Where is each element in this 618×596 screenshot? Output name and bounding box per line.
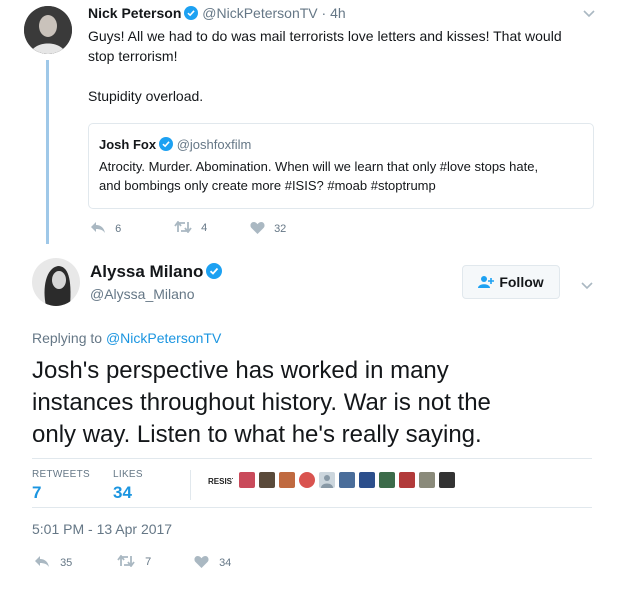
replying-to-handle[interactable]: @NickPetersonTV [106, 330, 221, 346]
tweet-time[interactable]: · 4h [322, 5, 346, 21]
like-button[interactable]: 34 [194, 555, 231, 569]
reply-button[interactable]: 35 [34, 555, 72, 569]
follow-button[interactable]: Follow [462, 265, 560, 299]
retweet-count: 4 [201, 222, 208, 234]
thread-line [46, 60, 49, 244]
liker-avatar[interactable] [319, 472, 335, 488]
retweet-icon [117, 554, 135, 568]
liker-avatar[interactable] [299, 472, 315, 488]
replying-to: Replying to @NickPetersonTV [32, 330, 222, 346]
like-count: 32 [274, 223, 287, 235]
svg-text:RESIST: RESIST [208, 477, 233, 486]
stats-divider [190, 470, 191, 500]
retweet-button[interactable]: 7 [117, 554, 152, 568]
liker-avatar[interactable] [399, 472, 415, 488]
quote-author-handle: @joshfoxfilm [176, 137, 252, 152]
parent-reply-button[interactable]: 6 [90, 221, 121, 235]
heart-icon [250, 222, 265, 234]
liker-avatar[interactable] [419, 472, 435, 488]
liker-avatar[interactable] [239, 472, 255, 488]
likes-stat[interactable]: LIKES 34 [113, 469, 143, 503]
liker-avatar[interactable] [359, 472, 375, 488]
reply-icon [35, 556, 49, 567]
verified-icon [206, 263, 223, 279]
author-handle[interactable]: @NickPetersonTV [202, 5, 317, 21]
retweets-stat[interactable]: RETWEETS 7 [32, 469, 90, 503]
reply-count: 6 [115, 223, 122, 235]
parent-like-button[interactable]: 32 [250, 221, 286, 235]
liker-avatar[interactable] [339, 472, 355, 488]
resist-avatar[interactable]: RESIST [207, 472, 233, 488]
reply-count: 35 [60, 557, 73, 569]
nick-peterson-avatar[interactable] [24, 6, 72, 54]
retweet-icon [174, 220, 192, 234]
follow-person-icon [478, 276, 495, 288]
quote-text: Atrocity. Murder. Abomination. When will… [99, 159, 539, 193]
parent-tweet-header: Nick Peterson @NickPetersonTV · 4h [88, 5, 346, 21]
main-tweet-text: Josh's perspective has worked in many in… [32, 357, 491, 448]
liker-avatar[interactable] [259, 472, 275, 488]
divider [32, 458, 592, 459]
reply-icon [91, 222, 105, 233]
verified-icon [184, 6, 199, 20]
author-handle[interactable]: @Alyssa_Milano [90, 286, 194, 302]
more-chevron-icon[interactable] [582, 6, 596, 24]
parent-tweet-text: Guys! All we had to do was mail terroris… [88, 28, 562, 104]
divider [32, 507, 592, 508]
more-chevron-icon[interactable] [580, 278, 594, 296]
liker-avatar[interactable] [379, 472, 395, 488]
alyssa-milano-avatar[interactable] [32, 258, 80, 306]
author-name[interactable]: Nick Peterson [88, 5, 181, 21]
parent-retweet-button[interactable]: 4 [174, 220, 208, 234]
liker-avatar[interactable] [279, 472, 295, 488]
like-count: 34 [219, 557, 232, 569]
quote-author-name: Josh Fox [99, 137, 157, 152]
author-name[interactable]: Alyssa Milano [90, 262, 203, 281]
heart-icon [194, 556, 209, 568]
verified-icon [159, 137, 174, 151]
tweet-timestamp[interactable]: 5:01 PM - 13 Apr 2017 [32, 521, 172, 537]
retweet-count: 7 [145, 556, 152, 568]
quoted-tweet-card[interactable]: Josh Fox @joshfoxfilm Atrocity. Murder. … [88, 123, 594, 209]
liker-avatar[interactable] [439, 472, 455, 488]
